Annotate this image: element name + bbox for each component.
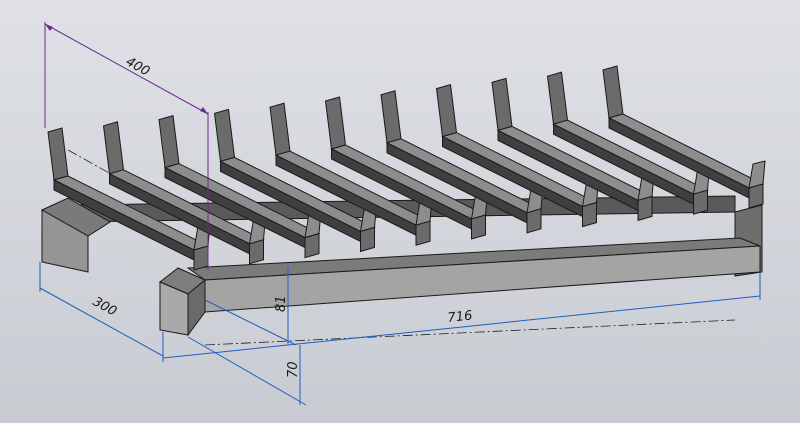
bar-front-face — [415, 220, 431, 246]
dim-81-label: 81 — [274, 295, 289, 312]
centerline-front — [204, 319, 736, 346]
bar-top-face — [607, 113, 765, 189]
bar-back-upright — [102, 121, 125, 175]
bar-back-upright — [491, 77, 513, 132]
bar-front-face — [526, 208, 542, 234]
dim-716-label: 716 — [447, 308, 473, 326]
bar-back-upright — [602, 65, 624, 119]
bar-front-face — [193, 245, 209, 271]
model-drawing: 400 300 716 81 70 — [39, 22, 766, 406]
cad-viewport[interactable]: 400 300 716 81 70 — [0, 0, 800, 423]
dim-400-label: 400 — [123, 54, 152, 79]
bar-front-face — [471, 214, 486, 240]
front-left-foot — [159, 267, 206, 337]
bar-back-upright — [213, 108, 236, 163]
bar-front-face — [693, 189, 708, 215]
dim-300-label: 300 — [90, 294, 119, 319]
bar-front-face — [304, 232, 320, 259]
bar-back-upright — [269, 102, 291, 156]
bar-back-upright — [324, 96, 347, 150]
bar-back-upright — [435, 83, 458, 138]
bar-back-upright — [380, 90, 402, 144]
bar-back-upright — [47, 127, 69, 181]
bar-front-face — [249, 239, 264, 265]
bar-front-face — [748, 183, 764, 209]
bar-front-face — [360, 226, 375, 253]
bar-back-upright — [546, 71, 569, 125]
dim-70-label: 70 — [286, 361, 301, 378]
bar-back-upright — [158, 114, 180, 169]
grate-bars — [47, 65, 766, 271]
bar-front-face — [637, 195, 653, 222]
bar-front-face — [582, 201, 597, 228]
